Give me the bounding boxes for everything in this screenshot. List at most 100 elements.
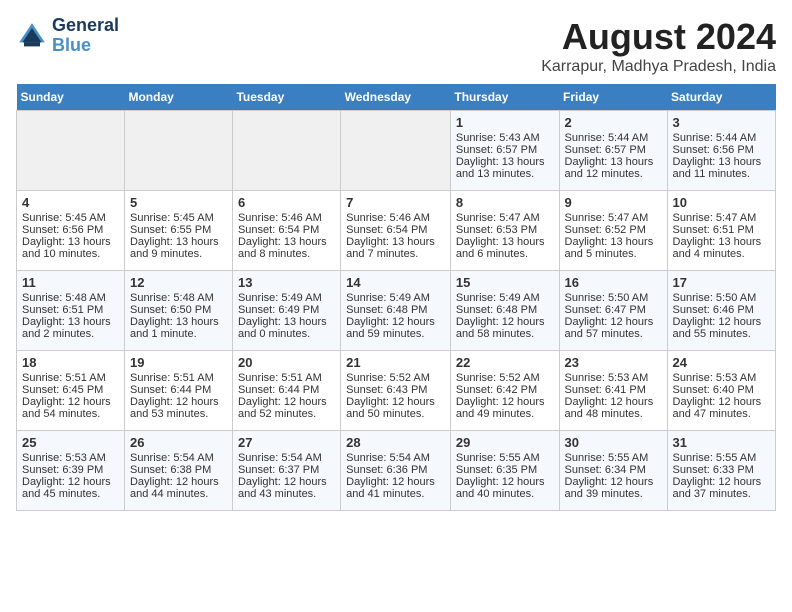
day-info: Daylight: 12 hours [238, 476, 335, 488]
day-info: and 59 minutes. [346, 328, 445, 340]
calendar-cell: 3Sunrise: 5:44 AMSunset: 6:56 PMDaylight… [667, 111, 775, 191]
day-info: and 47 minutes. [673, 408, 770, 420]
calendar-cell: 25Sunrise: 5:53 AMSunset: 6:39 PMDayligh… [17, 431, 125, 511]
calendar-cell: 29Sunrise: 5:55 AMSunset: 6:35 PMDayligh… [450, 431, 559, 511]
calendar-cell: 18Sunrise: 5:51 AMSunset: 6:45 PMDayligh… [17, 351, 125, 431]
day-number: 14 [346, 275, 445, 290]
calendar-cell: 9Sunrise: 5:47 AMSunset: 6:52 PMDaylight… [559, 191, 667, 271]
day-info: Sunset: 6:48 PM [456, 304, 554, 316]
day-info: and 8 minutes. [238, 248, 335, 260]
day-info: Sunrise: 5:48 AM [22, 292, 119, 304]
day-info: and 40 minutes. [456, 488, 554, 500]
day-number: 27 [238, 435, 335, 450]
day-number: 8 [456, 195, 554, 210]
day-info: Sunset: 6:36 PM [346, 464, 445, 476]
calendar-cell: 30Sunrise: 5:55 AMSunset: 6:34 PMDayligh… [559, 431, 667, 511]
day-info: Sunset: 6:35 PM [456, 464, 554, 476]
day-number: 15 [456, 275, 554, 290]
day-number: 25 [22, 435, 119, 450]
day-info: Daylight: 13 hours [346, 236, 445, 248]
day-number: 28 [346, 435, 445, 450]
day-number: 31 [673, 435, 770, 450]
day-info: and 57 minutes. [565, 328, 662, 340]
day-info: Sunrise: 5:53 AM [565, 372, 662, 384]
day-info: and 55 minutes. [673, 328, 770, 340]
day-number: 18 [22, 355, 119, 370]
day-info: Sunrise: 5:46 AM [238, 212, 335, 224]
day-info: Daylight: 13 hours [456, 236, 554, 248]
calendar-cell: 10Sunrise: 5:47 AMSunset: 6:51 PMDayligh… [667, 191, 775, 271]
calendar-cell: 22Sunrise: 5:52 AMSunset: 6:42 PMDayligh… [450, 351, 559, 431]
day-info: Sunset: 6:44 PM [130, 384, 227, 396]
day-info: and 13 minutes. [456, 168, 554, 180]
day-info: and 49 minutes. [456, 408, 554, 420]
calendar-cell: 15Sunrise: 5:49 AMSunset: 6:48 PMDayligh… [450, 271, 559, 351]
day-info: Sunset: 6:43 PM [346, 384, 445, 396]
day-info: Sunrise: 5:52 AM [346, 372, 445, 384]
day-number: 19 [130, 355, 227, 370]
day-info: Sunrise: 5:49 AM [238, 292, 335, 304]
month-title: August 2024 [541, 16, 776, 58]
day-info: Sunset: 6:53 PM [456, 224, 554, 236]
week-row-1: 1Sunrise: 5:43 AMSunset: 6:57 PMDaylight… [17, 111, 776, 191]
calendar-cell: 12Sunrise: 5:48 AMSunset: 6:50 PMDayligh… [124, 271, 232, 351]
day-info: Sunset: 6:48 PM [346, 304, 445, 316]
day-info: Daylight: 13 hours [22, 316, 119, 328]
day-number: 7 [346, 195, 445, 210]
day-info: Sunset: 6:52 PM [565, 224, 662, 236]
day-info: Daylight: 13 hours [22, 236, 119, 248]
calendar-cell: 26Sunrise: 5:54 AMSunset: 6:38 PMDayligh… [124, 431, 232, 511]
day-info: Sunset: 6:39 PM [22, 464, 119, 476]
day-info: and 44 minutes. [130, 488, 227, 500]
day-info: Sunset: 6:50 PM [130, 304, 227, 316]
day-info: Sunrise: 5:47 AM [565, 212, 662, 224]
day-info: and 6 minutes. [456, 248, 554, 260]
calendar-cell: 2Sunrise: 5:44 AMSunset: 6:57 PMDaylight… [559, 111, 667, 191]
day-number: 4 [22, 195, 119, 210]
day-info: and 53 minutes. [130, 408, 227, 420]
day-number: 11 [22, 275, 119, 290]
day-info: Sunrise: 5:49 AM [456, 292, 554, 304]
day-info: Sunrise: 5:55 AM [673, 452, 770, 464]
day-info: Sunrise: 5:52 AM [456, 372, 554, 384]
day-info: and 11 minutes. [673, 168, 770, 180]
calendar-cell: 19Sunrise: 5:51 AMSunset: 6:44 PMDayligh… [124, 351, 232, 431]
day-info: and 45 minutes. [22, 488, 119, 500]
day-info: Daylight: 12 hours [565, 316, 662, 328]
day-info: Daylight: 12 hours [673, 316, 770, 328]
day-info: Sunrise: 5:51 AM [22, 372, 119, 384]
day-info: Daylight: 12 hours [565, 476, 662, 488]
day-info: Daylight: 12 hours [238, 396, 335, 408]
day-info: Sunrise: 5:55 AM [456, 452, 554, 464]
calendar-cell: 31Sunrise: 5:55 AMSunset: 6:33 PMDayligh… [667, 431, 775, 511]
day-number: 9 [565, 195, 662, 210]
day-number: 12 [130, 275, 227, 290]
day-info: and 54 minutes. [22, 408, 119, 420]
day-info: and 37 minutes. [673, 488, 770, 500]
day-info: Sunset: 6:55 PM [130, 224, 227, 236]
day-info: Sunrise: 5:46 AM [346, 212, 445, 224]
day-info: Daylight: 13 hours [565, 156, 662, 168]
day-number: 10 [673, 195, 770, 210]
calendar-header-row: SundayMondayTuesdayWednesdayThursdayFrid… [17, 84, 776, 111]
day-info: Daylight: 13 hours [673, 236, 770, 248]
day-info: Sunrise: 5:45 AM [130, 212, 227, 224]
calendar-cell: 5Sunrise: 5:45 AMSunset: 6:55 PMDaylight… [124, 191, 232, 271]
day-number: 2 [565, 115, 662, 130]
day-info: Daylight: 13 hours [238, 316, 335, 328]
day-number: 22 [456, 355, 554, 370]
day-number: 13 [238, 275, 335, 290]
location: Karrapur, Madhya Pradesh, India [541, 58, 776, 76]
day-info: Sunset: 6:40 PM [673, 384, 770, 396]
day-info: Sunrise: 5:53 AM [22, 452, 119, 464]
page-header: General Blue August 2024 Karrapur, Madhy… [16, 16, 776, 76]
day-info: and 7 minutes. [346, 248, 445, 260]
column-header-tuesday: Tuesday [232, 84, 340, 111]
day-info: and 9 minutes. [130, 248, 227, 260]
day-info: Sunset: 6:51 PM [673, 224, 770, 236]
day-info: Daylight: 12 hours [346, 476, 445, 488]
day-info: Sunset: 6:42 PM [456, 384, 554, 396]
day-info: and 1 minute. [130, 328, 227, 340]
week-row-2: 4Sunrise: 5:45 AMSunset: 6:56 PMDaylight… [17, 191, 776, 271]
day-info: Sunrise: 5:50 AM [565, 292, 662, 304]
